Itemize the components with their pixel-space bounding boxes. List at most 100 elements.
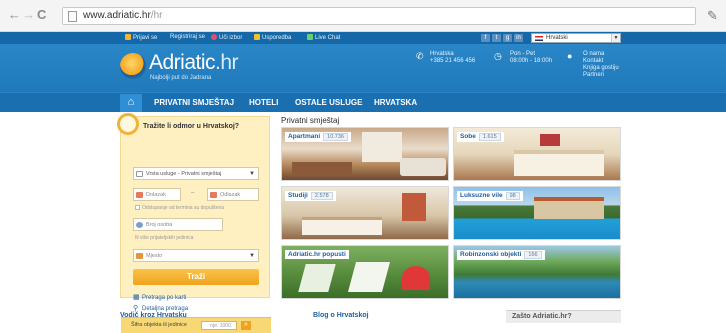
tile-robinson-objects[interactable]: Robinzonski objekti 166 xyxy=(453,245,621,299)
linkedin-icon[interactable]: in xyxy=(514,34,523,42)
logo-tagline: Najbolji put do Jadrana xyxy=(150,75,212,81)
table-shape xyxy=(292,162,352,176)
contact-info: Hrvatska +385 21 456 456 xyxy=(430,51,476,64)
language-value: Hrvatski xyxy=(546,35,568,41)
calendar-icon xyxy=(136,192,143,198)
guestbook-link[interactable]: Knjiga gostiju xyxy=(583,65,619,72)
date-separator: – xyxy=(191,190,195,196)
chair-shape xyxy=(347,262,391,292)
phone-icon: ✆ xyxy=(416,51,424,61)
facebook-icon[interactable]: f xyxy=(481,34,490,42)
language-select[interactable]: Hrvatski ▼ xyxy=(531,33,621,43)
tile-discounts[interactable]: Adriatic.hr popusti xyxy=(281,245,449,299)
bed-shape xyxy=(302,217,382,235)
service-type-select[interactable]: Vrsta usluge - Privatni smještaj ▼ xyxy=(133,167,259,180)
checkbox-icon xyxy=(135,205,140,210)
object-code-bar: Šifra objekta ili jedinice npr. 1000 » xyxy=(121,317,271,333)
persons-note: Ili više prijateljskih jedinica xyxy=(135,235,194,241)
window-shape xyxy=(362,132,402,162)
about-link[interactable]: O nama xyxy=(583,51,619,58)
page-icon xyxy=(68,11,77,22)
bar-chart-icon xyxy=(254,34,260,40)
back-arrow-icon[interactable]: ← xyxy=(8,8,21,22)
browser-toolbar: ← → C www.adriatic.hr/hr ✎ xyxy=(0,0,726,32)
forward-arrow-icon[interactable]: → xyxy=(22,8,35,22)
nav-hotels[interactable]: HOTELI xyxy=(249,98,278,107)
tile-label: Sobe 1.615 xyxy=(457,132,504,142)
info-icon: ● xyxy=(567,51,573,61)
house-icon xyxy=(136,171,143,177)
place-select[interactable]: Mjesto ▼ xyxy=(133,249,259,262)
logo-sun-icon[interactable] xyxy=(120,53,146,79)
bed-shape xyxy=(514,150,604,176)
door-shape xyxy=(402,193,426,221)
site-logo[interactable]: Adriatic.hr xyxy=(149,51,239,75)
chair-shape xyxy=(298,264,336,292)
tile-label: Studiji 2.578 xyxy=(285,191,336,201)
search-button[interactable]: Traži xyxy=(133,269,259,285)
nav-croatia[interactable]: HRVATSKA xyxy=(374,98,417,107)
croatia-flag-icon xyxy=(535,36,543,41)
chevron-down-icon: ▼ xyxy=(611,34,620,42)
website: Prijavi se Registriraj se Uči izbor Uspo… xyxy=(0,32,726,333)
search-icon: ⚲ xyxy=(133,305,139,312)
reload-icon[interactable]: C xyxy=(37,8,46,22)
tile-label: Adriatic.hr popusti xyxy=(285,250,349,259)
calendar-icon xyxy=(210,192,217,198)
checkout-date-input[interactable]: Odlazak xyxy=(207,188,259,201)
partners-link[interactable]: Partneri xyxy=(583,72,619,79)
listings-title: Privatni smještaj xyxy=(281,116,340,125)
nav-private-accommodation[interactable]: PRIVATNI SMJEŠTAJ xyxy=(154,98,234,107)
guide-heading[interactable]: Vodič kroz Hrvatsku xyxy=(120,312,187,319)
tile-rooms[interactable]: Sobe 1.615 xyxy=(453,127,621,181)
tile-luxury-villas[interactable]: Luksuzne vile 98 xyxy=(453,186,621,240)
map-icon: ▦ xyxy=(133,294,140,301)
flexible-dates-checkbox[interactable]: Odstupanje od termina su dopuštena xyxy=(135,205,224,211)
tile-apartments[interactable]: Apartmani 10.736 xyxy=(281,127,449,181)
site-header: Adriatic.hr Najbolji put do Jadrana ✆ Hr… xyxy=(0,44,726,92)
chevron-down-icon: ▼ xyxy=(249,253,255,259)
tile-label: Luksuzne vile 98 xyxy=(457,191,523,201)
why-box: Zašto Adriatic.hr? xyxy=(506,310,621,323)
villa-shape xyxy=(534,197,604,219)
heart-icon xyxy=(211,34,217,40)
persons-input[interactable]: Broj osoba xyxy=(133,218,223,231)
wrench-menu-icon[interactable]: ✎ xyxy=(707,8,718,24)
url-text: www.adriatic.hr/hr xyxy=(83,10,163,21)
compare-link[interactable]: Usporedba xyxy=(254,34,291,41)
user-icon xyxy=(125,34,131,40)
why-heading: Zašto Adriatic.hr? xyxy=(512,313,572,320)
google-plus-icon[interactable]: g xyxy=(503,34,512,42)
header-links: O nama Kontakt Knjiga gostiju Partneri xyxy=(583,51,619,79)
detailed-search-link[interactable]: ⚲ Detaljna pretraga xyxy=(133,304,188,312)
favorites-link[interactable]: Uči izbor xyxy=(211,34,242,41)
twitter-icon[interactable]: t xyxy=(492,34,501,42)
search-title: Tražite li odmor u Hrvatskoj? xyxy=(143,123,240,130)
object-code-input[interactable]: npr. 1000 xyxy=(201,321,237,330)
tile-label: Apartmani 10.736 xyxy=(285,132,351,142)
working-hours: Pon - Pet 08:00h - 18:00h xyxy=(510,51,553,64)
location-icon xyxy=(136,253,143,259)
object-code-go-button[interactable]: » xyxy=(241,321,251,330)
nav-other-services[interactable]: OSTALE USLUGE xyxy=(295,98,362,107)
contact-link[interactable]: Kontakt xyxy=(583,58,619,65)
sofa-shape xyxy=(400,158,446,176)
search-panel: Tražite li odmor u Hrvatskoj? Vrsta uslu… xyxy=(117,113,271,333)
login-link[interactable]: Prijavi se xyxy=(125,34,157,41)
tile-label: Robinzonski objekti 166 xyxy=(457,250,545,260)
map-search-link[interactable]: ▦ Pretraga po karti xyxy=(133,293,186,301)
checkin-date-input[interactable]: Dolazak xyxy=(133,188,181,201)
blog-heading[interactable]: Blog o Hrvatskoj xyxy=(313,312,369,319)
chevron-down-icon: ▼ xyxy=(249,171,255,177)
address-bar[interactable]: www.adriatic.hr/hr xyxy=(62,7,696,25)
main-navigation: ⌂ PRIVATNI SMJEŠTAJ HOTELI OSTALE USLUGE… xyxy=(0,92,726,112)
umbrella-shape xyxy=(402,266,430,290)
live-chat-link[interactable]: Live Chat xyxy=(307,34,340,41)
chat-icon xyxy=(307,34,313,40)
home-icon[interactable]: ⌂ xyxy=(120,94,142,112)
register-link[interactable]: Registriraj se xyxy=(170,34,205,40)
magnifier-icon xyxy=(117,113,139,135)
clock-icon: ◷ xyxy=(494,51,502,61)
utility-bar: Prijavi se Registriraj se Uči izbor Uspo… xyxy=(0,32,726,44)
tile-studios[interactable]: Studiji 2.578 xyxy=(281,186,449,240)
